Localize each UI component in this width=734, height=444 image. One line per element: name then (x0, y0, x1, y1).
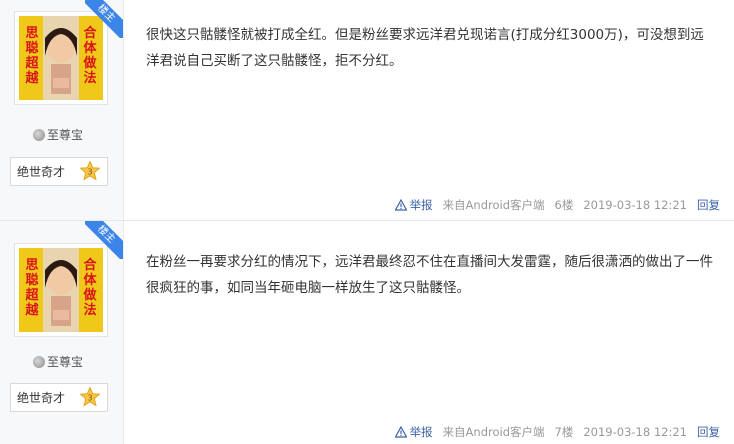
title-level-number: 3 (87, 168, 92, 177)
report-label: 举报 (409, 198, 433, 212)
post-time: 2019-03-18 12:21 (583, 198, 687, 212)
post-meta: 举报 来自Android客户端 7楼 2019-03-18 12:21 回复 (394, 424, 720, 440)
post-floor-6: 思聪超越 合体做法 楼主 至尊宝 绝世奇才 3 很快这只骷髅怪就被打成全红。但是… (0, 0, 734, 221)
author-sidebar: 思聪超越 合体做法 楼主 至尊宝 绝世奇才 3 (0, 0, 124, 220)
user-level-label: 至尊宝 (47, 128, 84, 142)
warning-icon (394, 426, 407, 438)
user-title-label: 绝世奇才 (17, 391, 66, 405)
title-level-number: 3 (87, 394, 92, 403)
star-icon: 3 (80, 387, 100, 407)
floor-number: 7楼 (554, 425, 574, 439)
op-badge: 楼主 (85, 221, 123, 259)
avatar[interactable]: 思聪超越 合体做法 (19, 248, 103, 332)
user-level-label: 至尊宝 (47, 355, 84, 369)
post-floor-7: 思聪超越 合体做法 楼主 至尊宝 绝世奇才 3 在粉丝一再要求分红的情况下，远洋… (0, 221, 734, 444)
report-label: 举报 (409, 425, 433, 439)
author-sidebar: 思聪超越 合体做法 楼主 至尊宝 绝世奇才 3 (0, 221, 124, 444)
floor-number: 6楼 (554, 198, 574, 212)
op-badge-label: 楼主 (85, 221, 123, 259)
avatar-left-text: 思聪超越 (25, 258, 39, 318)
post-content: 在粉丝一再要求分红的情况下，远洋君最终忍不住在直播间大发雷霆，随后很潇洒的做出了… (146, 254, 713, 296)
post-content: 很快这只骷髅怪就被打成全红。但是粉丝要求远洋君兑现诺言(打成分红3000万)，可… (146, 27, 704, 69)
reply-link[interactable]: 回复 (697, 424, 720, 440)
reply-link[interactable]: 回复 (697, 197, 720, 213)
client-source: 来自Android客户端 (442, 425, 545, 439)
user-title-label: 绝世奇才 (17, 165, 66, 179)
user-level[interactable]: 至尊宝 (33, 126, 83, 143)
user-title-badge[interactable]: 绝世奇才 3 (10, 157, 108, 186)
client-source: 来自Android客户端 (442, 198, 545, 212)
user-title-badge[interactable]: 绝世奇才 3 (10, 383, 108, 412)
post-meta: 举报 来自Android客户端 6楼 2019-03-18 12:21 回复 (394, 197, 720, 213)
avatar-right-text: 合体做法 (83, 258, 97, 318)
op-badge-label: 楼主 (85, 0, 123, 38)
star-icon: 3 (80, 161, 100, 181)
post-time: 2019-03-18 12:21 (583, 425, 687, 439)
level-icon (33, 355, 45, 368)
warning-icon (394, 199, 407, 211)
avatar-left-text: 思聪超越 (25, 26, 39, 86)
report-link[interactable]: 举报 (394, 197, 433, 213)
user-level[interactable]: 至尊宝 (33, 353, 83, 370)
level-icon (33, 128, 45, 141)
report-link[interactable]: 举报 (394, 424, 433, 440)
op-badge: 楼主 (85, 0, 123, 38)
